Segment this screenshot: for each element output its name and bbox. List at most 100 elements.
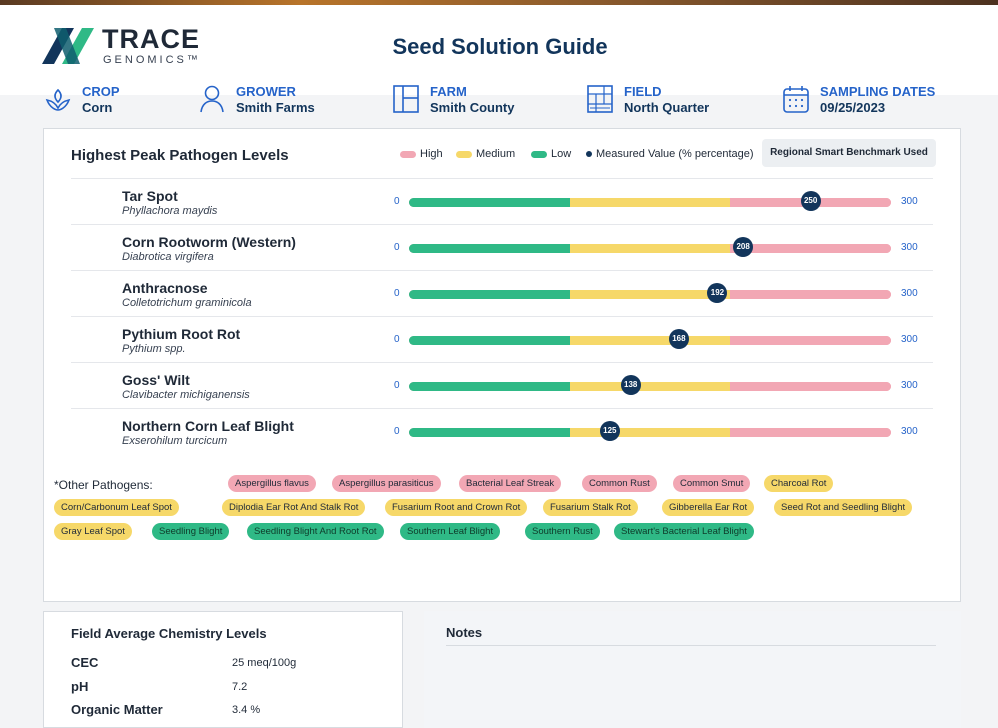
pathogen-pill-low: Southern Leaf Blight: [400, 523, 501, 540]
pathogen-row: Northern Corn Leaf Blight Exserohilum tur…: [71, 408, 933, 455]
legend-low-swatch: [531, 150, 547, 158]
pathogen-name: Northern Corn Leaf Blight: [122, 418, 294, 434]
scale-max-label: 300: [901, 334, 918, 345]
pathogen-pill-medium: Gibberella Ear Rot: [662, 499, 755, 516]
pathogen-row: Corn Rootworm (Western) Diabrotica virgif…: [71, 224, 933, 271]
notes-divider: [446, 645, 936, 646]
pathogen-pill-low: Stewart's Bacterial Leaf Blight: [614, 523, 754, 540]
scale-max-label: 300: [901, 196, 918, 207]
meta-sampling-dates-value: 09/25/2023: [820, 100, 886, 115]
bar-medium-segment: [569, 244, 731, 253]
pathogen-pill-high: Common Smut: [673, 475, 751, 492]
bar-medium-segment: [569, 336, 731, 345]
meta-crop-label: CROP: [82, 84, 120, 99]
pathogen-level-bar: [409, 428, 891, 437]
chemistry-label: pH: [71, 679, 89, 694]
bar-low-segment: [409, 336, 570, 345]
legend-measured-label: Measured Value (% percentage): [596, 148, 754, 160]
meta-crop-value: Corn: [82, 100, 113, 115]
notes-panel: Notes: [424, 611, 961, 728]
bar-low-segment: [409, 382, 570, 391]
scale-min-label: 0: [394, 196, 400, 207]
scale-max-label: 300: [901, 380, 918, 391]
meta-sampling-dates-label: SAMPLING DATES: [820, 84, 936, 99]
legend-medium: Medium: [456, 148, 515, 160]
pathogen-scientific-name: Phyllachora maydis: [122, 205, 218, 217]
brand-logo: TRACE GENOMICS™: [40, 22, 200, 72]
legend-high: High: [400, 148, 443, 160]
pathogen-name: Corn Rootworm (Western): [122, 234, 296, 250]
pathogen-scientific-name: Colletotrichum graminicola: [122, 297, 252, 309]
pathogen-pill-medium: Diplodia Ear Rot And Stalk Rot: [222, 499, 366, 516]
bar-medium-segment: [569, 382, 731, 391]
legend-medium-swatch: [456, 150, 472, 158]
pathogen-pill-high: Common Rust: [582, 475, 657, 492]
scale-max-label: 300: [901, 288, 918, 299]
pathogen-name: Pythium Root Rot: [122, 326, 241, 342]
measured-value-marker: 125: [599, 421, 620, 441]
chemistry-value: 25 meq/100g: [232, 657, 297, 669]
bar-medium-segment: [569, 428, 731, 437]
pathogen-row: Pythium Root Rot Pythium spp. 0 168 300: [71, 316, 933, 363]
pathogen-name: Anthracnose: [122, 280, 208, 296]
pathogen-pill-low: Seedling Blight: [152, 523, 230, 540]
chemistry-label: CEC: [71, 655, 99, 670]
legend-medium-label: Medium: [476, 148, 516, 160]
pathogen-pill-medium: Fusarium Stalk Rot: [543, 499, 638, 516]
pathogen-row: Anthracnose Colletotrichum graminicola 0 19…: [71, 270, 933, 317]
meta-farm-label: FARM: [430, 84, 467, 99]
legend-high-swatch: [400, 150, 416, 158]
farm-plot-icon: [393, 85, 419, 113]
scale-min-label: 0: [394, 426, 400, 437]
bar-low-segment: [409, 244, 570, 253]
pathogen-name: Goss' Wilt: [122, 372, 190, 388]
pathogen-level-bar: [409, 382, 891, 391]
user-icon: [200, 85, 224, 113]
brand-subname: GENOMICS™: [103, 54, 201, 66]
bar-high-segment: [730, 290, 891, 299]
bar-high-segment: [730, 382, 891, 391]
bar-high-segment: [730, 244, 891, 253]
bar-high-segment: [730, 336, 891, 345]
meta-grower-label: GROWER: [236, 84, 296, 99]
other-pathogens-label: *Other Pathogens:: [54, 478, 153, 492]
pathogen-pill-high: Bacterial Leaf Streak: [459, 475, 562, 492]
bar-medium-segment: [569, 290, 731, 299]
chemistry-title: Field Average Chemistry Levels: [71, 626, 267, 641]
scale-min-label: 0: [394, 242, 400, 253]
pathogen-scientific-name: Diabrotica virgifera: [122, 251, 214, 263]
pathogen-section-title: Highest Peak Pathogen Levels: [71, 147, 289, 164]
meta-field-value: North Quarter: [624, 100, 710, 115]
bar-low-segment: [409, 290, 570, 299]
notes-title: Notes: [446, 625, 483, 640]
bar-medium-segment: [569, 198, 731, 207]
pathogen-level-bar: [409, 290, 891, 299]
pathogen-pill-medium: Corn/Carbonum Leaf Spot: [54, 499, 179, 516]
measured-value-marker: 138: [620, 375, 641, 395]
meta-farm-value: Smith County: [430, 100, 515, 115]
pathogen-level-bar: [409, 336, 891, 345]
chemistry-value: 7.2: [232, 681, 248, 693]
pathogen-pill-medium: Seed Rot and Seedling Blight: [774, 499, 913, 516]
meta-field-label: FIELD: [624, 84, 662, 99]
chemistry-label: Organic Matter: [71, 702, 163, 717]
scale-min-label: 0: [394, 334, 400, 345]
pathogen-level-bar: [409, 244, 891, 253]
pathogen-levels-card: Highest Peak Pathogen Levels High Medium…: [43, 128, 961, 602]
sprout-icon: [45, 88, 71, 111]
scale-max-label: 300: [901, 426, 918, 437]
scale-min-label: 0: [394, 380, 400, 391]
legend-measured-dot: [586, 151, 592, 158]
meta-grower-value: Smith Farms: [236, 100, 315, 115]
scale-max-label: 300: [901, 242, 918, 253]
trace-genomics-logo-icon: [42, 28, 94, 64]
field-map-icon: [587, 85, 613, 113]
pathogen-scientific-name: Exserohilum turcicum: [122, 435, 228, 447]
measured-value-marker: 250: [800, 191, 821, 211]
pathogen-pill-low: Southern Rust: [525, 523, 600, 540]
pathogen-pill-high: Aspergillus parasiticus: [332, 475, 441, 492]
measured-value-marker: 192: [707, 283, 728, 303]
regional-benchmark-badge: Regional Smart Benchmark Used: [762, 139, 936, 167]
pathogen-pill-low: Seedling Blight And Root Rot: [247, 523, 384, 540]
bar-high-segment: [730, 428, 891, 437]
